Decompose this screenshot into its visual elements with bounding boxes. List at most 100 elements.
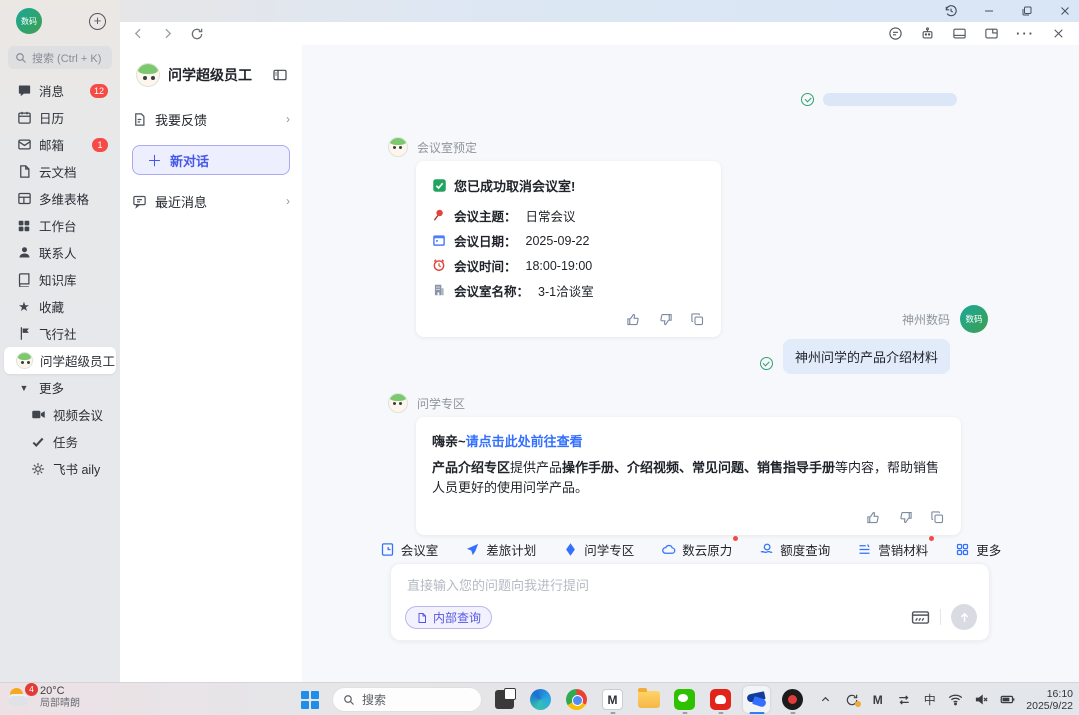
ime-indicator[interactable]: 中 [922,692,937,707]
sidebar-item-contacts[interactable]: 联系人 [4,239,116,266]
message-input-card[interactable]: 直接输入您的问题向我进行提问 内部查询 [390,563,990,641]
switch-tray-icon[interactable] [896,692,911,707]
taskbar-search[interactable]: 搜索 [332,687,482,712]
red-app-button[interactable] [707,686,734,713]
start-button[interactable] [296,686,323,713]
bot-avatar[interactable] [388,393,408,413]
battery-icon[interactable] [1000,692,1015,707]
sidebar-item-base[interactable]: 多维表格 [4,185,116,212]
mail-icon [16,137,32,153]
maximize-button[interactable] [1019,3,1035,19]
meeting-room-icon [380,542,395,557]
sidebar-item-video-meeting[interactable]: 视频会议 [4,401,116,428]
card-view-icon[interactable] [952,26,967,41]
thumbs-up-icon[interactable] [866,510,881,525]
sidebar-item-flight-club[interactable]: 飞行社 [4,320,116,347]
history-icon[interactable] [943,3,959,19]
sidebar-item-workbench[interactable]: 工作台 [4,212,116,239]
chrome-button[interactable] [563,686,590,713]
shortcut-icon[interactable] [911,610,930,625]
internal-query-label: 内部查询 [433,609,481,626]
caret-down-icon: ▼ [16,380,32,396]
sidebar-item-label: 收藏 [39,297,64,316]
cloud-doc-icon [16,164,32,180]
collapse-panel-icon[interactable] [272,67,288,83]
recent-messages-label: 最近消息 [155,192,207,211]
task-view-button[interactable] [491,686,518,713]
quick-action-meeting-room[interactable]: 会议室 [380,540,439,559]
sidebar-item-knowledge[interactable]: 知识库 [4,266,116,293]
user-avatar[interactable]: 数码 [16,8,42,34]
new-chat-button[interactable]: ＋ 新对话 [132,145,290,175]
search-input[interactable]: 搜索 (Ctrl + K) [8,46,112,69]
quick-action-marketing[interactable]: 营销材料 [857,540,928,559]
sidebar-item-wenxue-super-employee[interactable]: 问学超级员工 [4,347,116,374]
bot-icon[interactable] [920,26,935,41]
quick-action-quota[interactable]: 额度查询 [759,540,830,559]
sidebar-item-tasks[interactable]: 任务 [4,428,116,455]
send-button[interactable] [951,604,977,630]
check-badge-icon [432,178,447,193]
chat-area: 会议室预定 您已成功取消会议室! 会议主题： 日常会议 会议日期： 2025-0… [302,45,1079,682]
pending-message-row [302,93,1079,106]
quick-action-shuyun[interactable]: 数云原力 [661,540,732,559]
chat-mode-icon[interactable] [888,26,903,41]
tray-expand-icon[interactable] [818,692,833,707]
sidebar-item-messages[interactable]: 消息 12 [4,77,116,104]
layout-icon[interactable] [984,26,999,41]
edge-button[interactable] [527,686,554,713]
body-bold: 产品介绍专区 [432,460,510,475]
feedback-icon [132,112,147,127]
wechat-button[interactable] [671,686,698,713]
folder-icon [638,691,660,708]
internal-query-pill[interactable]: 内部查询 [405,606,492,629]
chevron-right-icon: › [286,194,290,208]
wifi-icon[interactable] [948,692,963,707]
sync-tray-icon[interactable] [844,692,859,707]
refresh-icon[interactable] [190,27,204,41]
markdown-app-button[interactable]: M [599,686,626,713]
m-tray-icon[interactable]: M [870,692,885,707]
recorder-icon [782,689,803,710]
quick-action-more[interactable]: 更多 [955,540,1001,559]
read-receipt-icon [801,93,814,106]
knowledge-icon [16,272,32,288]
feishu-button[interactable] [743,686,770,713]
bot-avatar[interactable] [388,137,408,157]
forward-icon[interactable] [161,27,174,40]
close-button[interactable] [1057,3,1073,19]
quick-action-travel-plan[interactable]: 差旅计划 [465,540,536,559]
sidebar-item-calendar[interactable]: 日历 [4,104,116,131]
quick-action-wenxue-zone[interactable]: 问学专区 [563,540,634,559]
feedback-item[interactable]: 我要反馈 › [132,103,290,135]
card-link[interactable]: 请点击此处前往查看 [466,434,583,449]
recent-messages-item[interactable]: 最近消息 › [132,185,290,217]
sidebar-item-mail[interactable]: 邮箱 1 [4,131,116,158]
row-value: 2025-09-22 [526,234,590,248]
copy-icon[interactable] [930,510,945,525]
explorer-button[interactable] [635,686,662,713]
sidebar-item-favorites[interactable]: ★ 收藏 [4,293,116,320]
clock[interactable]: 16:10 2025/9/22 [1026,688,1073,712]
calendar-icon [16,110,32,126]
sidebar-item-more[interactable]: ▼ 更多 [4,374,116,401]
volume-muted-icon[interactable] [974,692,989,707]
minimize-button[interactable] [981,3,997,19]
add-icon[interactable]: + [89,13,106,30]
back-icon[interactable] [132,27,145,40]
assistant-avatar [136,63,160,87]
taskbar: 4 20°C 局部晴朗 搜索 M M 中 16:10 2025/ [0,682,1079,715]
time: 16:10 [1026,688,1073,700]
more-icon[interactable]: ··· [1016,26,1035,41]
contacts-icon [16,245,32,261]
weather-widget[interactable]: 4 20°C 局部晴朗 [8,685,80,710]
sidebar-item-feishu-aily[interactable]: 飞书 aily [4,455,116,482]
sidebar-item-cloud-docs[interactable]: 云文档 [4,158,116,185]
close-chat-icon[interactable] [1052,27,1065,40]
recorder-button[interactable] [779,686,806,713]
thumbs-down-icon[interactable] [898,510,913,525]
quick-actions-bar: 会议室 差旅计划 问学专区 数云原力 额度查询 营销材料 更多 [302,540,1079,559]
doc-icon [416,612,428,624]
user-avatar[interactable]: 数码 [960,305,988,333]
date: 2025/9/22 [1026,700,1073,712]
